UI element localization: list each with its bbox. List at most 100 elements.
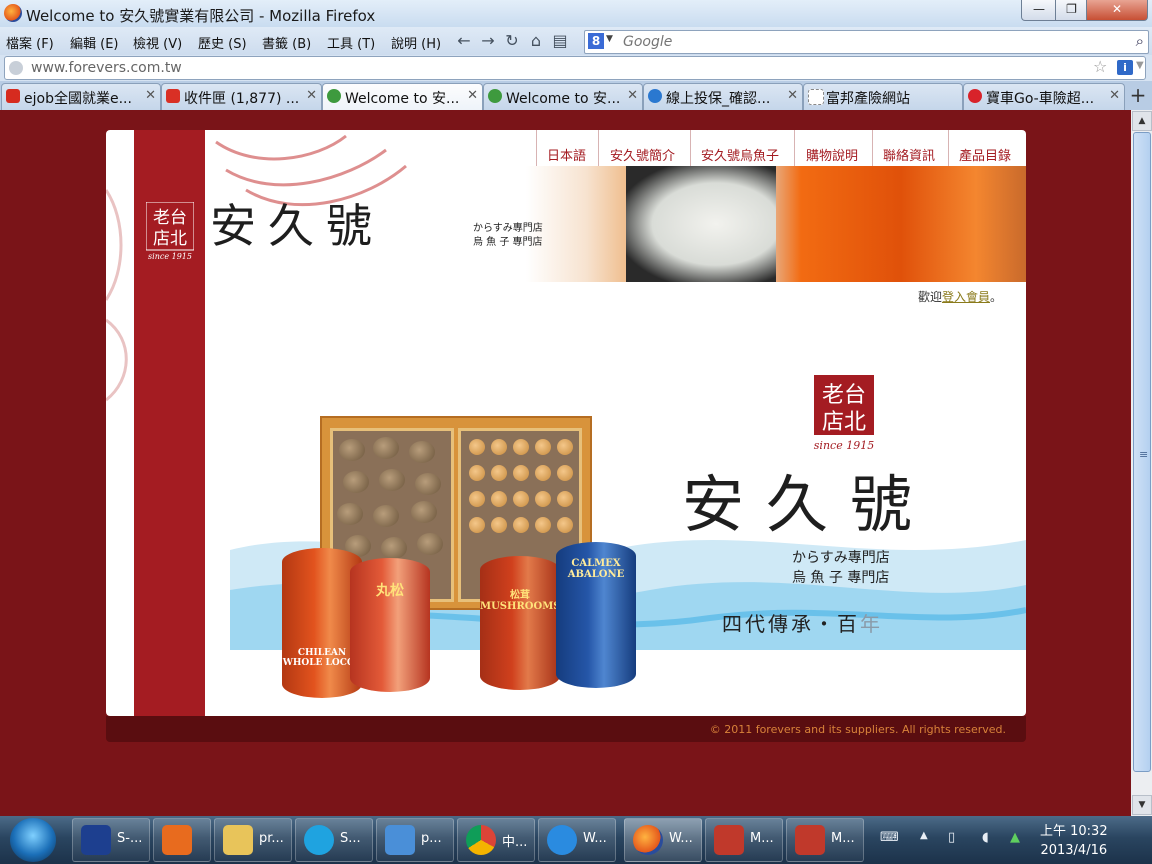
menu-tools[interactable]: 工具 (T) [327,33,375,52]
url-text[interactable]: www.forevers.com.tw [31,60,182,76]
close-tab-icon[interactable]: ✕ [627,88,638,103]
tab-ejob[interactable]: ejob全國就業e... ✕ [1,83,161,110]
taskbar-item[interactable]: S-... [72,818,150,862]
drive-icon[interactable]: ▲ [1010,830,1020,845]
tab-fubon[interactable]: 富邦產險網站 [803,83,963,110]
taskbar-item[interactable] [153,818,211,862]
menu-help[interactable]: 說明 (H) [391,33,441,52]
system-clock[interactable]: 上午 10:32 2013/4/16 [1040,822,1108,860]
info-icon[interactable]: i [1117,60,1133,75]
start-button[interactable] [10,818,56,862]
nav-link-contact[interactable]: 聯絡資訊 [883,145,935,164]
folder-icon [223,825,253,855]
svg-text:安久號: 安久號 [210,200,384,250]
minimize-button[interactable]: — [1021,0,1057,21]
copyright-text: © 2011 forevers and its suppliers. All r… [709,723,1006,736]
star-app-icon [81,825,111,855]
scroll-thumb[interactable]: ≡ [1133,132,1151,772]
back-icon[interactable]: ← [455,32,473,50]
tab-car-insurance[interactable]: 寶車Go-車險超... ✕ [963,83,1125,110]
scroll-down-arrow-icon[interactable]: ▼ [1132,795,1152,815]
close-tab-icon[interactable]: ✕ [145,88,156,103]
member-login-link[interactable]: 登入會員 [942,290,990,304]
vertical-scrollbar[interactable]: ▲ ≡ ▼ [1131,110,1152,816]
brand-subtitle-jp: からすみ專門店 [473,223,543,234]
address-bar-row: www.forevers.com.tw ☆ i ▼ [0,55,1152,81]
window-title: Welcome to 安久號實業有限公司 - Mozilla Firefox [26,7,376,25]
karasumi-header-photo [526,166,1026,282]
close-button[interactable]: ✕ [1086,0,1148,21]
maximize-button[interactable]: ❐ [1055,0,1088,21]
home-icon[interactable]: ⌂ [527,32,545,50]
tab-welcome[interactable]: Welcome to 安... ✕ [483,83,643,110]
url-history-dropdown-icon[interactable]: ▼ [1136,60,1144,71]
search-bar[interactable]: 8 ▼ ⌕ [584,30,1149,54]
tab-label: ejob全國就業e... [24,91,132,107]
close-tab-icon[interactable]: ✕ [787,88,798,103]
tab-label: 線上投保_確認... [666,91,771,107]
scroll-grip-icon: ≡ [1139,448,1149,461]
search-engine-dropdown-icon[interactable]: ▼ [606,34,613,44]
taskbar-item[interactable]: M... [786,818,864,862]
page-viewport: 老台 店北 since 1915 安久號 からすみ專門店 烏 魚 子 專門店 日… [0,110,1131,816]
taskbar-item[interactable]: M... [705,818,783,862]
svg-text:店北: 店北 [153,229,187,249]
tab-favicon [6,89,20,103]
title-bar: Welcome to 安久號實業有限公司 - Mozilla Firefox —… [0,0,1152,27]
new-tab-button[interactable]: + [1127,84,1149,106]
menu-edit[interactable]: 編輯 (E) [70,33,119,52]
address-bar[interactable]: www.forevers.com.tw ☆ i ▼ [4,56,1146,80]
nav-divider [872,130,873,166]
scroll-up-arrow-icon[interactable]: ▲ [1132,111,1152,131]
bookmark-manager-icon[interactable]: ▤ [551,32,569,50]
nav-link-catalog[interactable]: 產品目錄 [959,145,1011,164]
skype-icon [304,825,334,855]
menu-bookmarks[interactable]: 書籤 (B) [262,33,311,52]
nav-divider [598,130,599,166]
tab-label: 收件匣 (1,877) ... [184,91,300,107]
tab-insurance-confirm[interactable]: 線上投保_確認... ✕ [643,83,803,110]
svg-text:since 1915: since 1915 [814,439,874,452]
nav-link-karasumi[interactable]: 安久號烏魚子 [701,145,779,164]
clock-date: 2013/4/16 [1040,843,1108,858]
tab-welcome-active[interactable]: Welcome to 安... ✕ [322,83,483,110]
menu-history[interactable]: 歷史 (S) [198,33,247,52]
show-hidden-icons-icon[interactable]: ▲ [920,830,928,841]
close-tab-icon[interactable]: ✕ [1109,88,1120,103]
svg-text:店北: 店北 [822,410,866,435]
site-identity-icon[interactable] [9,61,23,75]
taskbar-item[interactable]: pr... [214,818,292,862]
tab-inbox[interactable]: 收件匣 (1,877) ... ✕ [161,83,322,110]
svg-text:老台: 老台 [153,208,187,228]
nav-link-japanese[interactable]: 日本語 [547,145,586,164]
brand-subtitle: からすみ專門店 烏 魚 子 專門店 [473,222,543,250]
menu-view[interactable]: 檢視 (V) [133,33,182,52]
media-player-icon [162,825,192,855]
menu-file[interactable]: 檔案 (F) [6,33,54,52]
close-tab-icon[interactable]: ✕ [467,88,478,103]
search-input[interactable] [621,33,1125,51]
keyboard-icon[interactable]: ⌨ [880,830,899,845]
device-icon[interactable]: ▯ [948,830,955,845]
volume-icon[interactable]: ◖ [982,830,989,845]
large-brand-subtitle: からすみ專門店 烏 魚 子 專門店 [792,548,890,588]
can-mushrooms: 松茸 MUSHROOMS [480,556,560,690]
nav-divider [948,130,949,166]
bookmark-star-icon[interactable]: ☆ [1093,57,1107,76]
tab-label: Welcome to 安... [345,91,460,107]
close-tab-icon[interactable]: ✕ [306,88,317,103]
nav-link-shopping-guide[interactable]: 購物說明 [806,145,858,164]
google-icon[interactable]: 8 [588,33,604,49]
svg-text:老台: 老台 [822,383,866,408]
nav-link-about[interactable]: 安久號簡介 [610,145,675,164]
search-go-icon[interactable]: ⌕ [1136,32,1144,50]
taskbar-item[interactable]: 中... [457,818,535,862]
welcome-prefix: 歡迎 [917,290,942,304]
forward-icon[interactable]: → [479,32,497,50]
windows-taskbar: S-... pr... S... p... 中... W... W... M..… [0,816,1152,864]
taskbar-item[interactable]: W... [538,818,616,862]
taskbar-item[interactable]: S... [295,818,373,862]
taskbar-item[interactable]: p... [376,818,454,862]
taskbar-item-firefox-active[interactable]: W... [624,818,702,862]
reload-icon[interactable]: ↻ [503,32,521,50]
